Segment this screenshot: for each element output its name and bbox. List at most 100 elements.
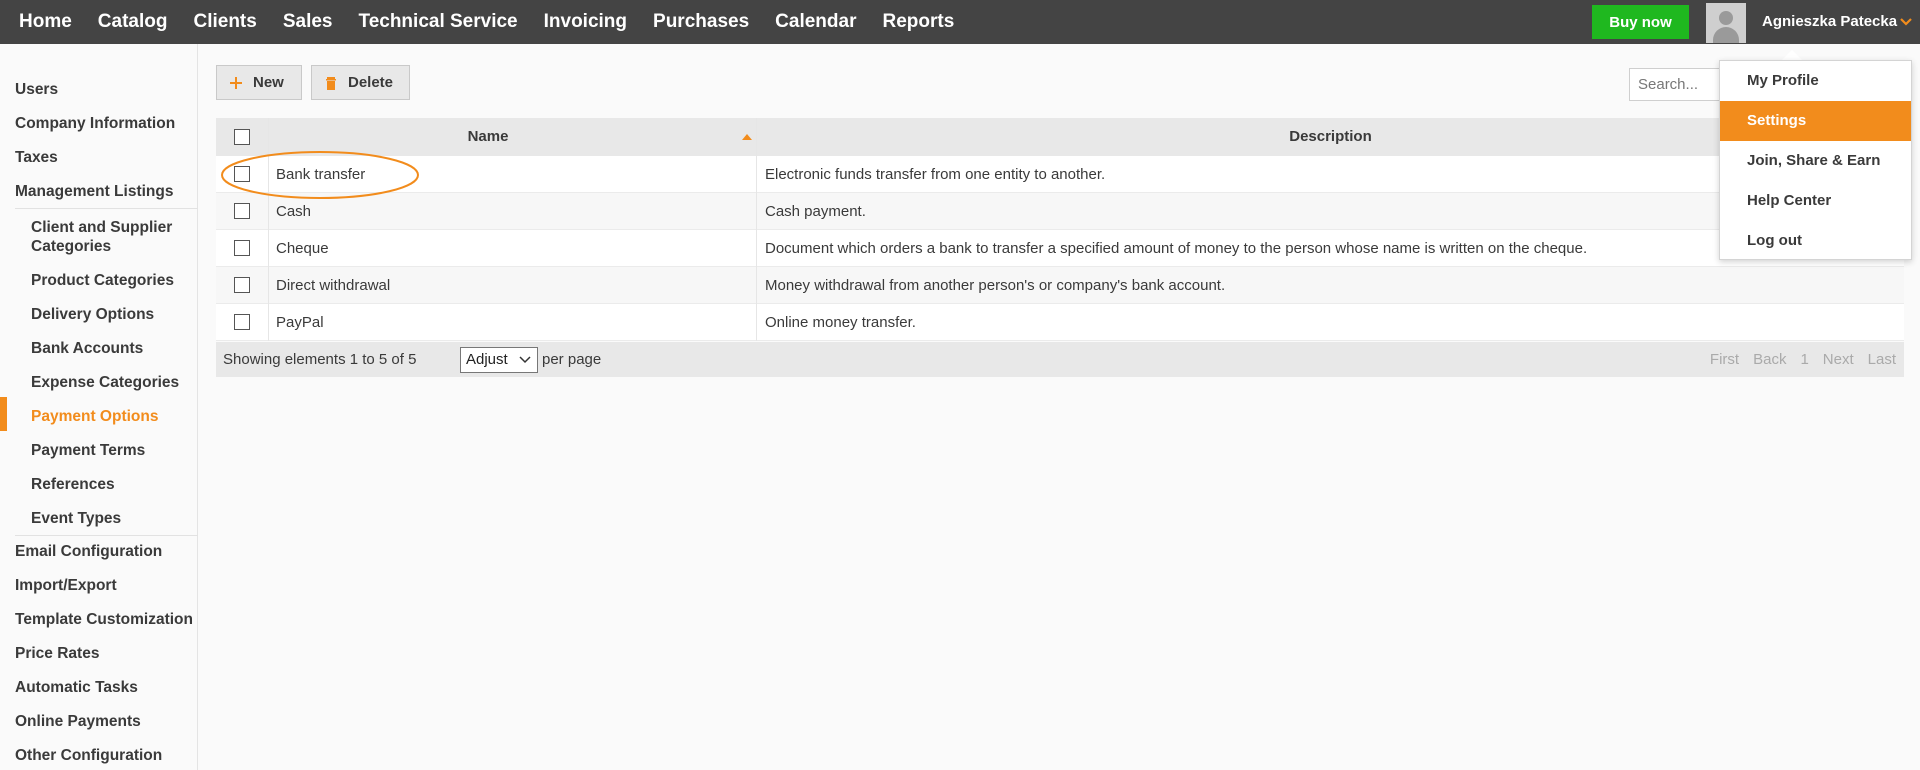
search-input[interactable]: [1629, 68, 1725, 101]
column-divider: [756, 304, 757, 341]
pager-next[interactable]: Next: [1823, 342, 1854, 377]
sidebar-item-product-categories[interactable]: Product Categories: [31, 271, 197, 290]
nav-clients[interactable]: Clients: [180, 0, 269, 44]
sidebar-item-import-export[interactable]: Import/Export: [15, 577, 212, 595]
column-divider: [268, 193, 269, 230]
table-row[interactable]: Bank transfer Electronic funds transfer …: [216, 156, 1904, 193]
column-divider: [268, 304, 269, 341]
cell-description: Cash payment.: [765, 203, 866, 220]
sidebar-item-price-rates[interactable]: Price Rates: [15, 645, 212, 663]
delete-button[interactable]: Delete: [311, 65, 410, 100]
table-footer: Showing elements 1 to 5 of 5 Adjust per …: [216, 342, 1904, 377]
pager-last[interactable]: Last: [1868, 342, 1896, 377]
avatar-head-shape: [1719, 11, 1733, 25]
column-divider: [756, 193, 757, 230]
top-navigation-bar: Home Catalog Clients Sales Technical Ser…: [0, 0, 1920, 44]
sidebar-item-references[interactable]: References: [31, 475, 197, 494]
nav-invoicing[interactable]: Invoicing: [531, 0, 640, 44]
nav-technical-service[interactable]: Technical Service: [346, 0, 531, 44]
sidebar-item-online-payments[interactable]: Online Payments: [15, 713, 212, 731]
cell-name: Cash: [276, 203, 312, 220]
sidebar-item-delivery-options[interactable]: Delivery Options: [31, 305, 197, 324]
column-divider: [268, 267, 269, 304]
row-checkbox[interactable]: [234, 314, 250, 330]
pagination: First Back 1 Next Last: [1710, 342, 1896, 377]
column-divider: [268, 230, 269, 267]
delete-button-label: Delete: [348, 74, 394, 91]
nav-home[interactable]: Home: [6, 0, 85, 44]
sidebar-item-event-types[interactable]: Event Types: [31, 509, 197, 528]
record-count-text: Showing elements 1 to 5 of 5: [223, 351, 417, 368]
cell-description: Online money transfer.: [765, 314, 916, 331]
column-divider: [756, 267, 757, 304]
sidebar-item-email-configuration[interactable]: Email Configuration: [15, 543, 212, 561]
cell-name: Cheque: [276, 240, 329, 257]
nav-purchases[interactable]: Purchases: [640, 0, 762, 44]
sidebar-item-template-customization[interactable]: Template Customization: [15, 611, 212, 629]
table-row[interactable]: PayPal Online money transfer.: [216, 304, 1904, 341]
table-row[interactable]: Direct withdrawal Money withdrawal from …: [216, 267, 1904, 304]
menu-item-log-out[interactable]: Log out: [1720, 221, 1911, 261]
cell-name: Direct withdrawal: [276, 277, 391, 294]
cell-name: PayPal: [276, 314, 324, 331]
sidebar-item-expense-categories[interactable]: Expense Categories: [31, 373, 197, 392]
nav-sales[interactable]: Sales: [270, 0, 346, 44]
per-page-select[interactable]: Adjust: [460, 347, 538, 373]
pager-first[interactable]: First: [1710, 342, 1739, 377]
column-header-name[interactable]: Name: [268, 118, 708, 156]
column-divider: [756, 230, 757, 267]
row-checkbox[interactable]: [234, 166, 250, 182]
sidebar-divider: [15, 208, 198, 209]
cell-description: Money withdrawal from another person's o…: [765, 277, 1226, 294]
table-header: Name Description: [216, 118, 1904, 156]
sidebar-active-indicator: [0, 397, 7, 431]
sidebar-item-payment-options[interactable]: Payment Options: [31, 407, 197, 426]
cell-name: Bank transfer: [276, 166, 366, 183]
sidebar-item-taxes[interactable]: Taxes: [15, 149, 212, 167]
menu-item-my-profile[interactable]: My Profile: [1720, 61, 1911, 101]
main-menu: Home Catalog Clients Sales Technical Ser…: [0, 0, 967, 44]
pager-page-1[interactable]: 1: [1800, 342, 1808, 377]
select-all-checkbox[interactable]: [234, 129, 250, 145]
sidebar-item-automatic-tasks[interactable]: Automatic Tasks: [15, 679, 212, 697]
table-row[interactable]: Cheque Document which orders a bank to t…: [216, 230, 1904, 267]
avatar-body-shape: [1713, 27, 1739, 43]
settings-sidebar: Users Company Information Taxes Manageme…: [0, 44, 198, 770]
buy-now-button[interactable]: Buy now: [1592, 5, 1689, 39]
trash-icon: [326, 76, 336, 90]
plus-icon: [230, 76, 242, 89]
column-divider: [756, 156, 757, 193]
user-menu-toggle[interactable]: Agnieszka Patecka: [1762, 0, 1897, 44]
table-row[interactable]: Cash Cash payment.: [216, 193, 1904, 230]
nav-catalog[interactable]: Catalog: [85, 0, 181, 44]
avatar[interactable]: [1706, 3, 1746, 43]
menu-item-help-center[interactable]: Help Center: [1720, 181, 1911, 221]
user-dropdown-menu: My Profile Settings Join, Share & Earn H…: [1719, 60, 1912, 260]
new-button-label: New: [253, 74, 284, 91]
sidebar-item-payment-terms[interactable]: Payment Terms: [31, 441, 197, 460]
chevron-down-icon: [519, 356, 531, 364]
row-checkbox[interactable]: [234, 277, 250, 293]
sidebar-item-users[interactable]: Users: [15, 81, 212, 99]
pager-back[interactable]: Back: [1753, 342, 1786, 377]
cell-description: Document which orders a bank to transfer…: [765, 240, 1588, 257]
per-page-label: per page: [542, 351, 602, 368]
sidebar-item-company-information[interactable]: Company Information: [15, 115, 212, 133]
menu-item-settings[interactable]: Settings: [1720, 101, 1911, 141]
sidebar-divider: [15, 535, 198, 536]
new-button[interactable]: New: [216, 65, 302, 100]
sidebar-item-bank-accounts[interactable]: Bank Accounts: [31, 339, 197, 358]
per-page-value: Adjust: [466, 351, 508, 368]
nav-calendar[interactable]: Calendar: [762, 0, 869, 44]
nav-reports[interactable]: Reports: [869, 0, 967, 44]
sidebar-item-other-configuration[interactable]: Other Configuration: [15, 747, 212, 765]
sidebar-item-management-listings[interactable]: Management Listings: [15, 183, 212, 201]
column-divider: [268, 156, 269, 193]
sort-ascending-icon[interactable]: [742, 134, 752, 140]
menu-item-join-share-earn[interactable]: Join, Share & Earn: [1720, 141, 1911, 181]
row-checkbox[interactable]: [234, 240, 250, 256]
sidebar-item-client-supplier-categories[interactable]: Client and Supplier Categories: [31, 218, 197, 256]
row-checkbox[interactable]: [234, 203, 250, 219]
cell-description: Electronic funds transfer from one entit…: [765, 166, 1106, 183]
chevron-down-icon[interactable]: [1900, 17, 1912, 27]
